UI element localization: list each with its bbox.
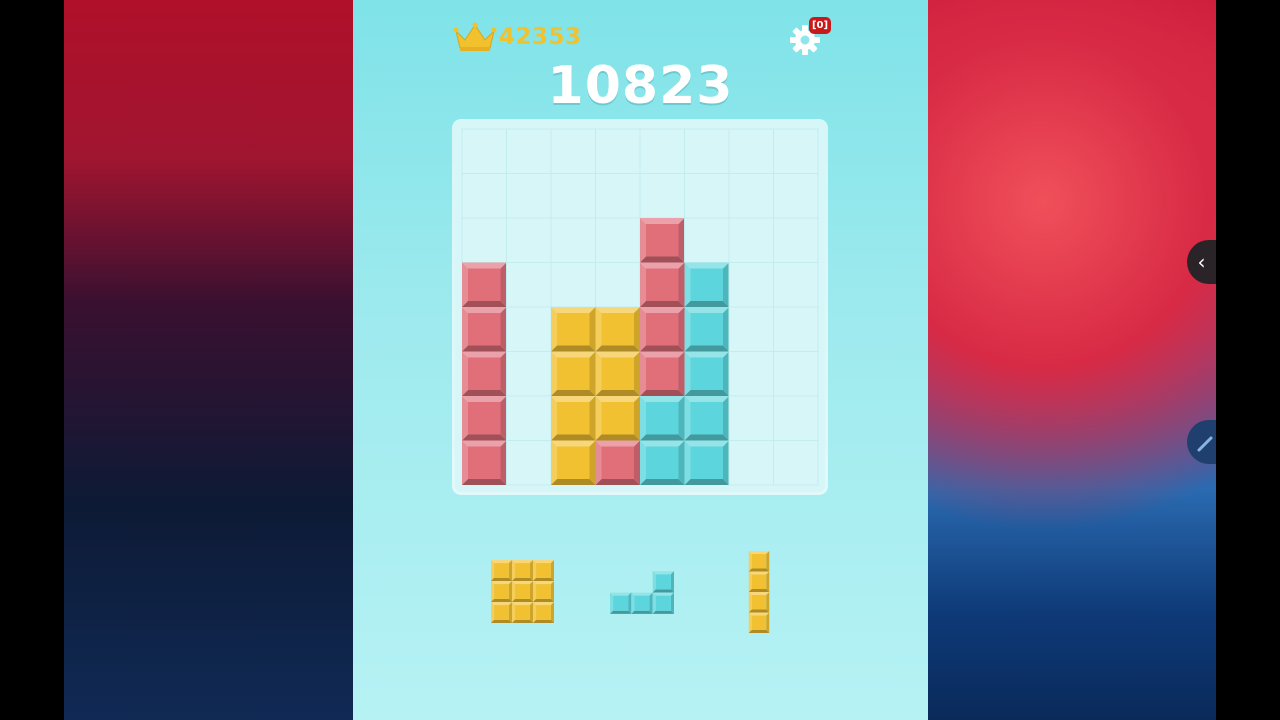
tray-block-yellow — [533, 581, 554, 602]
board-cell-empty[interactable] — [506, 395, 552, 441]
board-cell-empty[interactable] — [506, 128, 552, 174]
board-block-yellow — [551, 351, 596, 396]
board-cell-empty[interactable] — [728, 262, 774, 308]
board-grid[interactable] — [455, 122, 825, 492]
board-cell-empty[interactable] — [550, 262, 596, 308]
board-block-yellow — [595, 351, 640, 396]
board-cell-empty[interactable] — [728, 128, 774, 174]
tray-block-yellow — [512, 602, 533, 623]
tray-block-yellow — [748, 592, 770, 613]
board-cell-empty[interactable] — [550, 128, 596, 174]
tray-block-cyan — [631, 592, 653, 614]
board-cell-empty[interactable] — [639, 173, 685, 219]
board-cell-empty[interactable] — [506, 351, 552, 397]
game-board[interactable] — [455, 122, 825, 492]
board-cell-empty[interactable] — [506, 306, 552, 352]
board-block-cyan — [640, 440, 685, 485]
board-block-pink — [462, 440, 507, 485]
tray-block-yellow — [491, 581, 512, 602]
board-cell-empty[interactable] — [773, 395, 819, 441]
board-cell-empty[interactable] — [506, 262, 552, 308]
board-block-cyan — [684, 396, 729, 441]
board-block-pink — [595, 440, 640, 485]
board-cell-empty[interactable] — [550, 217, 596, 263]
tray-block-yellow — [533, 560, 554, 581]
board-cell-empty[interactable] — [506, 173, 552, 219]
board-cell-empty[interactable] — [684, 128, 730, 174]
board-cell-empty[interactable] — [773, 351, 819, 397]
board-cell-empty[interactable] — [595, 173, 641, 219]
board-cell-empty[interactable] — [684, 217, 730, 263]
board-cell-empty[interactable] — [728, 173, 774, 219]
board-block-cyan — [684, 262, 729, 307]
pen-icon[interactable] — [1187, 420, 1216, 464]
board-block-yellow — [551, 440, 596, 485]
board-cell-empty[interactable] — [773, 440, 819, 486]
board-cell-empty[interactable] — [728, 395, 774, 441]
tray-block-yellow — [512, 560, 533, 581]
tray-piece-square-3x3[interactable] — [491, 560, 554, 623]
board-block-cyan — [640, 396, 685, 441]
board-cell-empty[interactable] — [773, 128, 819, 174]
game-screen: 42353 [0] 10823 — [353, 0, 928, 720]
board-cell-empty[interactable] — [728, 351, 774, 397]
board-block-yellow — [595, 396, 640, 441]
tray-block-cyan — [652, 571, 674, 593]
tray-block-cyan — [652, 592, 674, 614]
board-block-pink — [640, 307, 685, 352]
tray-block-yellow — [491, 602, 512, 623]
notification-badge: [0] — [809, 17, 831, 34]
board-cell-empty[interactable] — [684, 173, 730, 219]
board-cell-empty[interactable] — [461, 217, 507, 263]
board-cell-empty[interactable] — [461, 173, 507, 219]
board-cell-empty[interactable] — [595, 262, 641, 308]
tray-block-yellow — [748, 551, 770, 572]
board-block-pink — [462, 351, 507, 396]
tray-block-yellow — [748, 571, 770, 592]
board-block-pink — [640, 218, 685, 263]
board-cell-empty[interactable] — [773, 173, 819, 219]
tray-block-yellow — [748, 612, 770, 633]
board-block-cyan — [684, 440, 729, 485]
tray-piece-l-shape[interactable] — [610, 571, 674, 614]
board-block-cyan — [684, 351, 729, 396]
board-block-pink — [640, 262, 685, 307]
board-cell-empty[interactable] — [773, 217, 819, 263]
best-score-display: 42353 — [453, 20, 582, 54]
board-cell-empty[interactable] — [595, 128, 641, 174]
wallpaper-left — [64, 0, 353, 720]
tray-block-cyan — [610, 592, 632, 614]
tray-block-yellow — [512, 581, 533, 602]
board-cell-empty[interactable] — [506, 217, 552, 263]
board-block-pink — [462, 396, 507, 441]
tray-block-yellow — [533, 602, 554, 623]
board-cell-empty[interactable] — [728, 306, 774, 352]
board-cell-empty[interactable] — [728, 440, 774, 486]
board-cell-empty[interactable] — [639, 128, 685, 174]
tray-piece-line-4[interactable] — [748, 551, 770, 633]
board-cell-empty[interactable] — [773, 262, 819, 308]
board-block-cyan — [684, 307, 729, 352]
tray-block-yellow — [491, 560, 512, 581]
board-cell-empty[interactable] — [506, 440, 552, 486]
board-cell-empty[interactable] — [461, 128, 507, 174]
board-block-pink — [462, 262, 507, 307]
best-score-value: 42353 — [499, 24, 582, 50]
board-cell-empty[interactable] — [728, 217, 774, 263]
board-block-yellow — [551, 396, 596, 441]
current-score: 10823 — [547, 56, 734, 116]
crown-icon — [453, 22, 497, 51]
board-block-pink — [640, 351, 685, 396]
board-block-pink — [462, 307, 507, 352]
wallpaper-right — [928, 0, 1216, 720]
board-cell-empty[interactable] — [773, 306, 819, 352]
board-cell-empty[interactable] — [550, 173, 596, 219]
board-block-yellow — [595, 307, 640, 352]
board-block-yellow — [551, 307, 596, 352]
board-cell-empty[interactable] — [595, 217, 641, 263]
